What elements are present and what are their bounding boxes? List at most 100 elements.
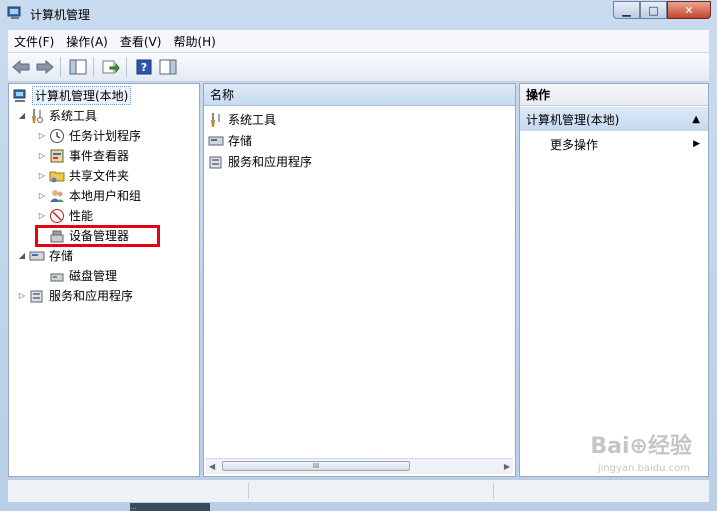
tools-icon <box>29 108 45 124</box>
back-arrow-icon <box>12 60 30 74</box>
expand-arrow-icon[interactable]: ▷ <box>37 151 47 160</box>
expand-arrow-icon[interactable]: ▷ <box>17 291 27 300</box>
menu-file[interactable]: 文件(F) <box>8 33 60 50</box>
tree-item-shared-folders[interactable]: ▷ 共享文件夹 <box>37 166 129 185</box>
menu-bar: 文件(F) 操作(A) 查看(V) 帮助(H) <box>8 30 709 52</box>
list-item[interactable]: 存储 <box>208 131 252 150</box>
computer-management-icon <box>12 88 28 104</box>
maximize-icon: □ <box>648 3 659 17</box>
list-item-label: 系统工具 <box>228 113 277 127</box>
performance-icon <box>49 208 65 224</box>
scroll-right-arrow-icon[interactable]: ▶ <box>504 462 510 471</box>
minimize-icon: ▁ <box>622 3 631 17</box>
tree-label-performance: 性能 <box>69 209 94 223</box>
tree-item-performance[interactable]: ▷ 性能 <box>37 206 93 225</box>
horizontal-scrollbar[interactable]: ◀ III ▶ <box>206 458 513 474</box>
forward-arrow-icon <box>36 60 54 74</box>
minimize-button[interactable]: ▁ <box>613 1 640 19</box>
close-button[interactable]: ✕ <box>667 1 711 19</box>
list-item[interactable]: 系统工具 <box>208 110 276 129</box>
column-header-label: 名称 <box>210 88 235 102</box>
toolbar-separator <box>60 57 61 77</box>
scroll-left-arrow-icon[interactable]: ◀ <box>209 462 215 471</box>
actions-group-label: 计算机管理(本地) <box>526 112 620 127</box>
forward-button[interactable] <box>34 56 56 78</box>
collapse-up-icon[interactable]: ▲ <box>692 114 700 125</box>
tree-label-disk-management: 磁盘管理 <box>69 269 118 283</box>
show-hide-tree-icon <box>69 59 87 75</box>
tree-item-storage[interactable]: ◢ 存储 <box>17 246 73 265</box>
export-list-icon <box>102 60 120 74</box>
console-tree-pane: 计算机管理(本地) ◢ 系统工具 ▷ 任务计划程序 ▷ 事件查看器 ▷ 共享文件… <box>8 83 200 477</box>
highlight-box <box>35 225 160 247</box>
watermark-logo: Bai⊕经验 <box>590 434 692 459</box>
collapse-arrow-icon[interactable]: ◢ <box>17 251 27 260</box>
status-section <box>8 483 249 499</box>
status-divider <box>493 483 494 499</box>
tree-item-local-users[interactable]: ▷ 本地用户和组 <box>37 186 141 205</box>
submenu-arrow-icon: ▶ <box>693 139 700 149</box>
tree-label-local-users: 本地用户和组 <box>69 189 142 203</box>
expand-arrow-icon[interactable]: ▷ <box>37 171 47 180</box>
watermark-url: jingyan.baidu.com <box>597 463 690 474</box>
actions-group[interactable]: 计算机管理(本地) ▲ <box>520 107 708 131</box>
actions-header: 操作 <box>520 84 708 106</box>
tree-item-services-apps[interactable]: ▷ 服务和应用程序 <box>17 286 133 305</box>
menu-view[interactable]: 查看(V) <box>114 33 168 50</box>
list-item-label: 服务和应用程序 <box>228 155 313 169</box>
more-actions-label: 更多操作 <box>550 137 599 152</box>
expand-arrow-icon[interactable]: ▷ <box>37 191 47 200</box>
taskbar-fragment: … <box>130 503 210 511</box>
services-icon <box>29 288 45 304</box>
expand-arrow-icon[interactable]: ▷ <box>37 131 47 140</box>
main-window: 计算机管理 ▁ □ ✕ 文件(F) 操作(A) 查看(V) 帮助(H) ? 计算… <box>0 0 717 511</box>
event-viewer-icon <box>49 148 65 164</box>
show-hide-action-pane-icon <box>159 59 177 75</box>
tree-label-task-scheduler: 任务计划程序 <box>69 129 142 143</box>
tree-item-system-tools[interactable]: ◢ 系统工具 <box>17 106 97 125</box>
help-button[interactable]: ? <box>133 56 155 78</box>
scrollbar-thumb[interactable]: III <box>222 461 410 471</box>
menu-help[interactable]: 帮助(H) <box>167 33 221 50</box>
back-button[interactable] <box>10 56 32 78</box>
list-item[interactable]: 服务和应用程序 <box>208 152 312 171</box>
tree-label-storage: 存储 <box>49 249 74 263</box>
toolbar-separator <box>93 57 94 77</box>
tree-item-root[interactable]: 计算机管理(本地) <box>12 86 132 105</box>
svg-text:?: ? <box>141 61 147 74</box>
scroll-grip: III <box>312 462 320 470</box>
show-hide-action-pane-button[interactable] <box>157 56 179 78</box>
show-hide-tree-button[interactable] <box>67 56 89 78</box>
column-header-name[interactable]: 名称 <box>204 84 515 106</box>
caption-buttons: ▁ □ ✕ <box>613 1 711 20</box>
menu-action[interactable]: 操作(A) <box>60 33 114 50</box>
collapse-arrow-icon[interactable]: ◢ <box>17 111 27 120</box>
maximize-button[interactable]: □ <box>640 1 667 19</box>
help-icon: ? <box>136 59 152 75</box>
clock-icon <box>49 128 65 144</box>
storage-icon <box>29 248 45 264</box>
list-item-label: 存储 <box>228 134 253 148</box>
expand-arrow-icon[interactable]: ▷ <box>37 211 47 220</box>
title-bar[interactable]: 计算机管理 ▁ □ ✕ <box>0 0 717 28</box>
actions-header-label: 操作 <box>526 88 551 102</box>
actions-pane: 操作 计算机管理(本地) ▲ 更多操作 ▶ Bai⊕经验 jingyan.bai… <box>519 83 709 477</box>
shared-folder-icon <box>49 168 65 184</box>
taskbar-text: … <box>130 503 137 511</box>
tree-label-shared-folders: 共享文件夹 <box>69 169 130 183</box>
tree-item-disk-management[interactable]: 磁盘管理 <box>49 266 117 285</box>
tree-label-services-apps: 服务和应用程序 <box>49 289 134 303</box>
users-icon <box>49 188 65 204</box>
toolbar: ? <box>8 53 709 82</box>
services-icon <box>208 154 224 170</box>
toolbar-separator <box>126 57 127 77</box>
tree-item-task-scheduler[interactable]: ▷ 任务计划程序 <box>37 126 141 145</box>
more-actions-item[interactable]: 更多操作 ▶ <box>550 135 700 153</box>
window-title: 计算机管理 <box>30 8 91 22</box>
tree-item-event-viewer[interactable]: ▷ 事件查看器 <box>37 146 129 165</box>
tree-label-system-tools: 系统工具 <box>49 109 98 123</box>
export-list-button[interactable] <box>100 56 122 78</box>
disk-icon <box>49 268 65 284</box>
computer-management-icon <box>7 6 21 19</box>
close-icon: ✕ <box>684 3 694 17</box>
